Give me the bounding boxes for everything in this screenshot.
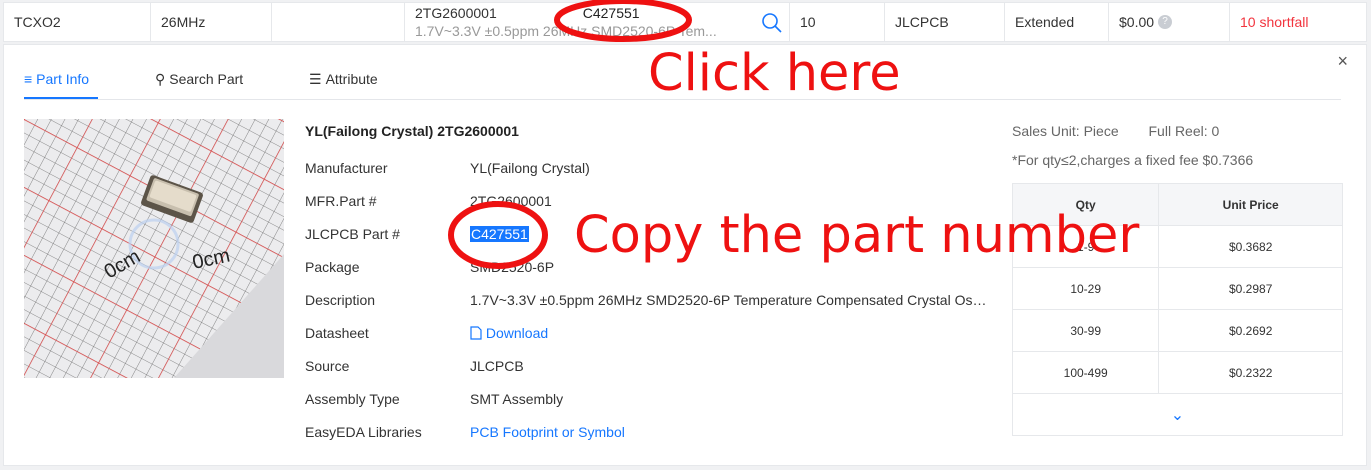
price-cell: $0.3682 xyxy=(1158,225,1343,268)
field-label: EasyEDA Libraries xyxy=(305,424,422,440)
manufacturer-value: YL(Failong Crystal) xyxy=(470,160,590,176)
annotation-circle xyxy=(448,201,548,269)
frequency-text: 26MHz xyxy=(161,14,206,30)
chevron-down-icon[interactable]: ⌄ xyxy=(1012,393,1343,436)
field-label: Package xyxy=(305,259,360,275)
part-title: YL(Failong Crystal) 2TG2600001 xyxy=(305,123,519,139)
qty-cell: 100-499 xyxy=(1011,351,1160,394)
table-row: 10-29 $0.2987 xyxy=(1011,267,1343,310)
empty-cell xyxy=(272,3,405,41)
field-label: MFR.Part # xyxy=(305,193,377,209)
pdf-icon xyxy=(470,326,482,340)
price-cell: $0.00? xyxy=(1109,3,1230,41)
tab-label: Search Part xyxy=(169,71,244,87)
price-cell: $0.2322 xyxy=(1158,351,1343,394)
mfr-part-text: 2TG2600001 xyxy=(415,5,497,21)
supplier-text: JLCPCB xyxy=(895,14,949,30)
annotation-copy-part-number: Copy the part number xyxy=(574,206,1140,265)
field-label: JLCPCB Part # xyxy=(305,226,400,242)
list-icon: ≡ xyxy=(24,71,33,87)
search-icon[interactable] xyxy=(761,12,783,34)
price-cell: $0.2692 xyxy=(1158,309,1343,352)
close-icon[interactable]: × xyxy=(1337,51,1348,72)
tab-part-info[interactable]: ≡ Part Info xyxy=(24,71,98,99)
field-label: Source xyxy=(305,358,350,374)
stock-cell: 10 shortfall xyxy=(1230,3,1366,41)
pcb-footprint-link[interactable]: PCB Footprint or Symbol xyxy=(470,424,625,440)
tab-search-part[interactable]: ⚲ Search Part xyxy=(155,71,243,99)
frequency-cell: 26MHz xyxy=(151,3,272,41)
sales-info: Sales Unit: Piece Full Reel: 0 *For qty≤… xyxy=(1012,123,1253,168)
tab-attribute[interactable]: ☰ Attribute xyxy=(309,71,378,99)
field-label: Manufacturer xyxy=(305,160,388,176)
filter-icon: ☰ xyxy=(309,71,322,87)
sales-unit: Sales Unit: Piece xyxy=(1012,123,1119,139)
type-cell: TCXO2 xyxy=(4,3,151,41)
full-reel: Full Reel: 0 xyxy=(1148,123,1220,139)
qty-cell: 10-29 xyxy=(1011,267,1160,310)
product-photo: 0cm 0cm xyxy=(24,119,284,378)
qty-cell: 30-99 xyxy=(1011,309,1160,352)
qty-text: 10 xyxy=(800,14,816,30)
table-row: 100-499 $0.2322 xyxy=(1011,351,1343,394)
annotation-circle xyxy=(554,0,692,42)
annotation-click-here: Click here xyxy=(648,44,901,103)
tab-label: Part Info xyxy=(36,71,90,87)
field-label: Description xyxy=(305,292,376,308)
qty-cell: 10 xyxy=(790,3,885,41)
price-text: $0.00 xyxy=(1119,14,1155,30)
search-icon: ⚲ xyxy=(155,71,166,87)
type-text: TCXO2 xyxy=(14,14,61,30)
supplier-cell: JLCPCB xyxy=(885,3,1005,41)
download-link[interactable]: Download xyxy=(470,325,548,341)
source-value: JLCPCB xyxy=(470,358,524,374)
unit-price-header: Unit Price xyxy=(1158,183,1343,226)
library-type-cell: Extended xyxy=(1005,3,1109,41)
field-label: Datasheet xyxy=(305,325,369,341)
description-value: 1.7V~3.3V ±0.5ppm 26MHz SMD2520-6P Tempe… xyxy=(470,292,987,308)
download-label: Download xyxy=(485,325,549,341)
fee-note: *For qty≤2,charges a fixed fee $0.7366 xyxy=(1012,152,1254,168)
shortfall-text: 10 shortfall xyxy=(1240,14,1309,30)
help-icon[interactable]: ? xyxy=(1158,15,1173,29)
tab-label: Attribute xyxy=(325,71,378,87)
price-cell: $0.2987 xyxy=(1158,267,1343,310)
assembly-type-value: SMT Assembly xyxy=(470,391,564,407)
expand-row[interactable]: ⌄ xyxy=(1012,393,1343,436)
table-row: 30-99 $0.2692 xyxy=(1011,309,1343,352)
library-type-text: Extended xyxy=(1015,14,1075,30)
field-label: Assembly Type xyxy=(305,391,400,407)
